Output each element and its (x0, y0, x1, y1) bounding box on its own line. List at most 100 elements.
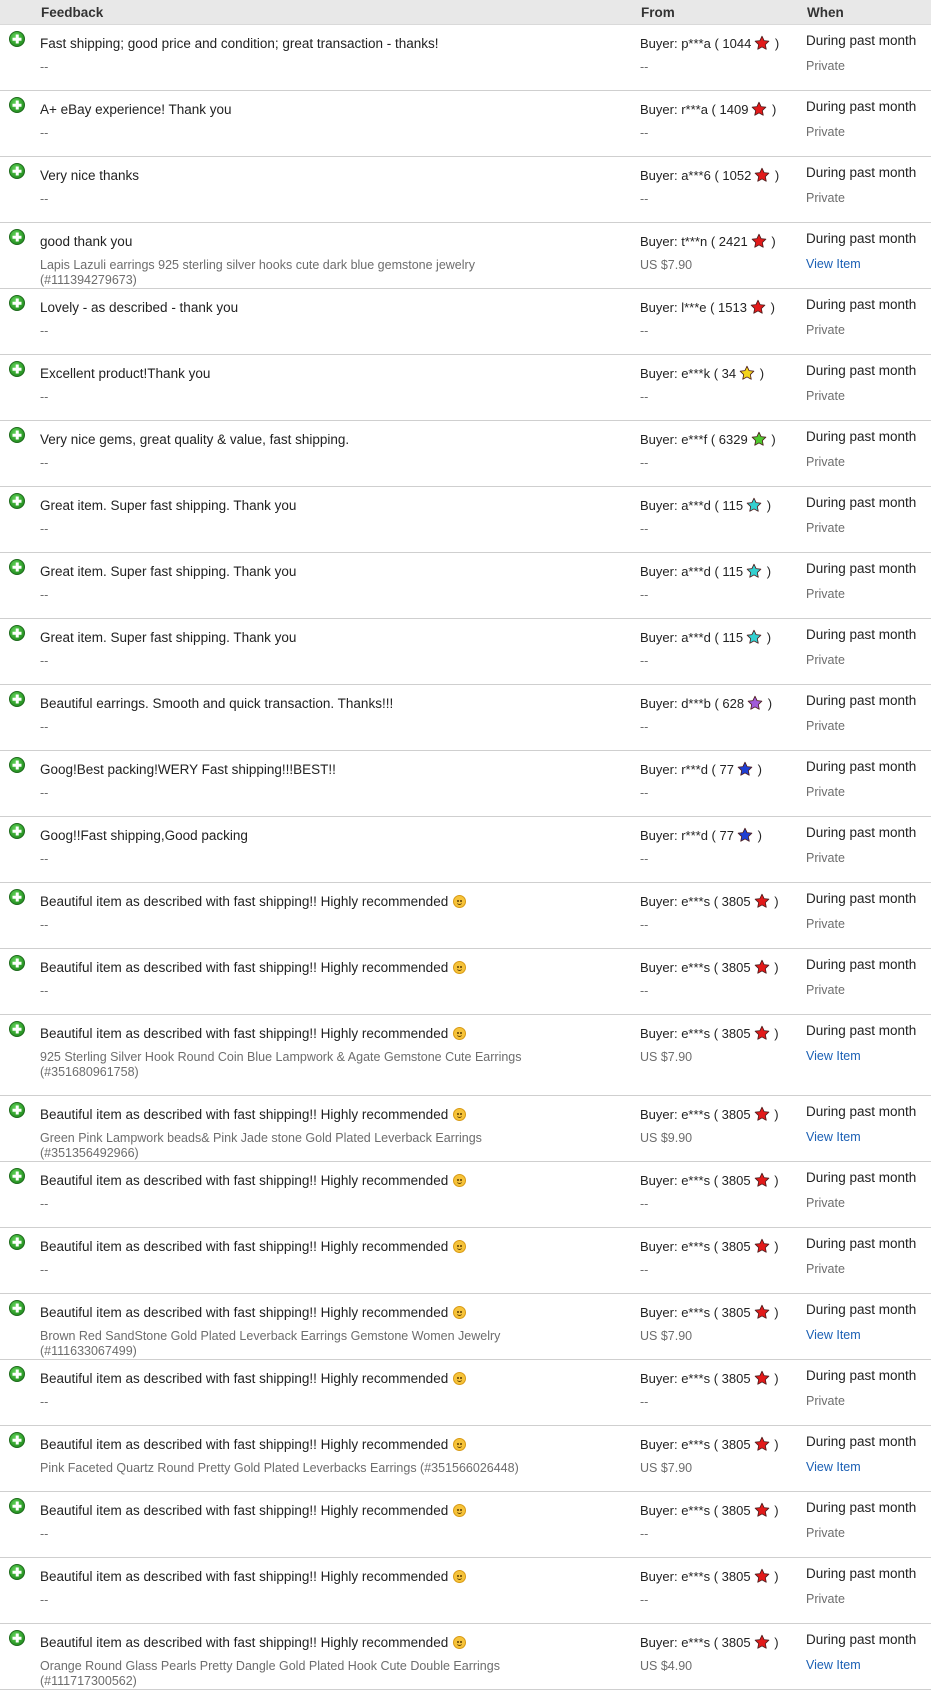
when-cell: During past month Private (806, 1492, 931, 1558)
item-price: -- (640, 126, 649, 140)
buyer-score[interactable]: 1044 (722, 36, 751, 51)
buyer-score[interactable]: 3805 (722, 894, 751, 909)
buyer-id[interactable]: r***d (681, 828, 708, 843)
buyer-score[interactable]: 1409 (720, 102, 749, 117)
buyer-score[interactable]: 3805 (722, 1305, 751, 1320)
buyer-score[interactable]: 1052 (722, 168, 751, 183)
item-price: -- (640, 654, 649, 668)
table-row: Very nice thanks -- Buyer: a***6 ( 1052 … (0, 157, 931, 223)
buyer-score[interactable]: 3805 (722, 960, 751, 975)
item-title: -- (40, 984, 49, 998)
rating-cell (0, 223, 40, 289)
buyer-id[interactable]: e***s (681, 1371, 710, 1386)
buyer-id[interactable]: e***s (681, 1173, 710, 1188)
buyer-score[interactable]: 77 (720, 828, 734, 843)
buyer-id[interactable]: e***s (681, 1569, 710, 1584)
view-item-link[interactable]: View Item (806, 1648, 931, 1673)
buyer-id[interactable]: e***s (681, 1503, 710, 1518)
buyer-id[interactable]: a***d (681, 630, 711, 645)
feedback-cell: Fast shipping; good price and condition;… (40, 25, 640, 91)
buyer-label: Buyer: (640, 1371, 682, 1386)
when-cell: During past month Private (806, 1558, 931, 1624)
item-price: -- (640, 984, 649, 998)
buyer-score[interactable]: 3805 (722, 1239, 751, 1254)
buyer-score[interactable]: 3805 (722, 1635, 751, 1650)
buyer-info: Buyer: e***s ( 3805 ) (640, 1568, 779, 1584)
buyer-info: Buyer: e***s ( 3805 ) (640, 1238, 779, 1254)
header-feedback: Feedback (40, 0, 640, 25)
buyer-id[interactable]: e***s (681, 1635, 710, 1650)
feedback-comment-text: Goog!Best packing!WERY Fast shipping!!!B… (40, 762, 336, 777)
feedback-comment: Beautiful item as described with fast sh… (40, 1426, 640, 1453)
buyer-id[interactable]: p***a (681, 36, 711, 51)
view-item-link[interactable]: View Item (806, 1039, 931, 1064)
item-title: -- (40, 1197, 49, 1211)
table-row: Great item. Super fast shipping. Thank y… (0, 619, 931, 685)
feedback-cell: Beautiful item as described with fast sh… (40, 949, 640, 1015)
buyer-score[interactable]: 6329 (719, 432, 748, 447)
buyer-id[interactable]: e***s (681, 1437, 710, 1452)
rating-cell (0, 1228, 40, 1294)
feedback-comment-text: Very nice gems, great quality & value, f… (40, 432, 350, 447)
buyer-id[interactable]: e***k (681, 366, 710, 381)
buyer-label: Buyer: (640, 1107, 682, 1122)
buyer-id[interactable]: r***a (681, 102, 708, 117)
feedback-time: During past month (806, 627, 917, 642)
star-icon (754, 1370, 769, 1385)
buyer-id[interactable]: t***n (681, 234, 707, 249)
buyer-score[interactable]: 2421 (719, 234, 748, 249)
buyer-id[interactable]: e***f (681, 432, 707, 447)
buyer-score[interactable]: 3805 (722, 1437, 751, 1452)
item-title: -- (40, 1263, 49, 1277)
buyer-id[interactable]: e***s (681, 1107, 710, 1122)
view-item-link[interactable]: View Item (806, 1450, 931, 1475)
buyer-score[interactable]: 3805 (722, 1371, 751, 1386)
buyer-score[interactable]: 3805 (722, 1173, 751, 1188)
buyer-score[interactable]: 3805 (722, 1503, 751, 1518)
buyer-score[interactable]: 34 (722, 366, 736, 381)
rating-cell (0, 487, 40, 553)
rating-cell (0, 1558, 40, 1624)
view-item-link[interactable]: View Item (806, 247, 931, 272)
buyer-info: Buyer: e***s ( 3805 ) (640, 1502, 779, 1518)
rating-cell (0, 25, 40, 91)
buyer-id[interactable]: e***s (681, 960, 710, 975)
feedback-comment: Beautiful item as described with fast sh… (40, 1294, 640, 1321)
rating-cell (0, 619, 40, 685)
buyer-info: Buyer: l***e ( 1513 ) (640, 299, 775, 315)
buyer-score[interactable]: 3805 (722, 1569, 751, 1584)
buyer-id[interactable]: e***s (681, 1305, 710, 1320)
positive-rating-icon (9, 1102, 25, 1118)
buyer-id[interactable]: d***b (681, 696, 711, 711)
item-price: -- (640, 1593, 649, 1607)
buyer-id[interactable]: l***e (681, 300, 706, 315)
buyer-id[interactable]: r***d (681, 762, 708, 777)
star-icon (755, 167, 770, 182)
buyer-score[interactable]: 3805 (722, 1107, 751, 1122)
feedback-time: During past month (806, 99, 917, 114)
buyer-id[interactable]: a***d (681, 564, 711, 579)
buyer-score[interactable]: 115 (722, 630, 743, 645)
buyer-id[interactable]: e***s (681, 894, 710, 909)
view-item-link[interactable]: View Item (806, 1318, 931, 1343)
buyer-score[interactable]: 628 (722, 696, 744, 711)
view-item-link[interactable]: View Item (806, 1120, 931, 1145)
buyer-id[interactable]: e***s (681, 1026, 710, 1041)
rating-cell (0, 1015, 40, 1096)
buyer-score[interactable]: 77 (720, 762, 734, 777)
buyer-id[interactable]: a***6 (681, 168, 711, 183)
star-icon (754, 959, 769, 974)
buyer-score[interactable]: 3805 (722, 1026, 751, 1041)
star-icon (755, 35, 770, 50)
feedback-time: During past month (806, 1302, 917, 1317)
rating-cell (0, 1492, 40, 1558)
buyer-id[interactable]: a***d (681, 498, 711, 513)
item-title: -- (40, 1593, 49, 1607)
buyer-score[interactable]: 115 (722, 564, 743, 579)
table-row: Beautiful item as described with fast sh… (0, 1360, 931, 1426)
buyer-score[interactable]: 1513 (718, 300, 747, 315)
buyer-id[interactable]: e***s (681, 1239, 710, 1254)
feedback-time: During past month (806, 1170, 917, 1185)
buyer-score[interactable]: 115 (722, 498, 743, 513)
star-icon (754, 1172, 769, 1187)
